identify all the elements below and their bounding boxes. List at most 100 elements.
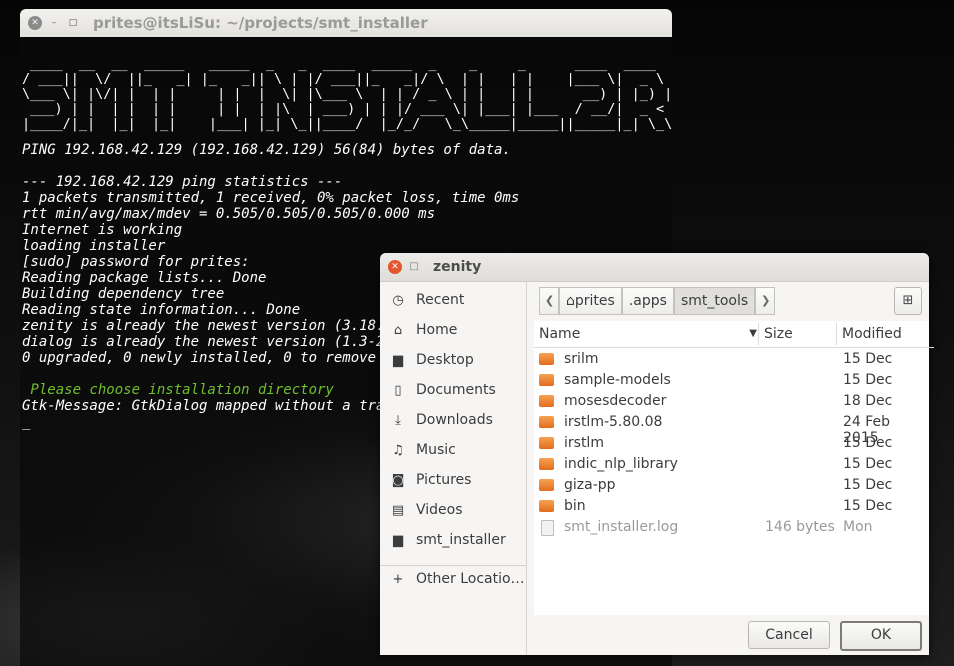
- plus-icon: +: [392, 572, 404, 587]
- places-sidebar: ◷ Recent ⌂ Home ▆ Desktop ▯ Documents ⤓ Downloads…: [380, 282, 527, 655]
- terminal-line: 1 packets transmitted, 1 received, 0% pa…: [22, 190, 520, 206]
- dialog-title: zenity: [433, 259, 482, 275]
- terminal-line: loading installer: [22, 238, 166, 254]
- sidebar-item-other-locatio[interactable]: + Other Locatio…: [380, 565, 526, 595]
- file-modified: 15 Dec: [843, 351, 893, 367]
- file-row[interactable]: mosesdecoder 18 Dec: [534, 391, 929, 412]
- sidebar-item-downloads[interactable]: ⤓ Downloads: [380, 406, 526, 436]
- ascii-banner-line: |____/|_| |_| |_| |___| |_| \_||____/ |_…: [22, 116, 673, 132]
- file-name: indic_nlp_library: [564, 456, 678, 472]
- ascii-banner-line: \___ \| |\/| | | | | | | \| |\___ \ | | …: [22, 86, 673, 102]
- text-file-icon: [541, 520, 554, 536]
- download-icon: ⤓: [395, 413, 401, 428]
- dialog-titlebar[interactable]: ✕ □ zenity: [380, 253, 929, 282]
- home-icon: ⌂: [393, 323, 403, 338]
- file-modified: 15 Dec: [843, 477, 893, 493]
- sidebar-item-label: Desktop: [416, 352, 474, 368]
- file-name: irstlm: [564, 435, 604, 451]
- sidebar-item-label: Documents: [416, 382, 496, 398]
- path-forward-icon[interactable]: ❯: [755, 287, 776, 315]
- terminal-title: prites@itsLiSu: ~/projects/smt_installer: [93, 14, 428, 32]
- folder-icon: [539, 395, 554, 407]
- terminal-line: --- 192.168.42.129 ping statistics ---: [22, 174, 343, 190]
- folder-icon: ▆: [393, 353, 403, 368]
- terminal-titlebar[interactable]: ✕ – □ prites@itsLiSu: ~/projects/smt_ins…: [20, 9, 672, 37]
- sidebar-item-label: Home: [416, 322, 458, 338]
- sidebar-item-desktop[interactable]: ▆ Desktop: [380, 346, 526, 376]
- file-modified: 15 Dec: [843, 498, 893, 514]
- sidebar-item-label: smt_installer: [416, 532, 506, 548]
- minimize-icon[interactable]: –: [47, 16, 61, 30]
- ok-button[interactable]: OK: [840, 621, 922, 651]
- file-row[interactable]: sample-models 15 Dec: [534, 370, 929, 391]
- file-row[interactable]: srilm 15 Dec: [534, 349, 929, 370]
- folder-icon: [539, 458, 554, 470]
- file-row[interactable]: irstlm-5.80.08 24 Feb 2015: [534, 412, 929, 446]
- cancel-button[interactable]: Cancel: [748, 621, 830, 649]
- file-name: smt_installer.log: [564, 519, 679, 535]
- file-modified: Mon: [843, 519, 873, 535]
- sidebar-item-label: Pictures: [416, 472, 472, 488]
- file-name: irstlm-5.80.08: [564, 414, 663, 430]
- path-segment-apps[interactable]: .apps: [621, 287, 674, 315]
- file-chooser-dialog[interactable]: ✕ □ zenity ◷ Recent ⌂ Home ▆ Desktop ▯ Document…: [380, 253, 934, 655]
- ascii-banner-line: / ___|| \/ ||_ _| |_ _|| \ | |/ ___||_ _…: [22, 71, 673, 87]
- ascii-banner-line: ___) | | | | | | | | | |\ | ___) | | |/ …: [22, 101, 673, 117]
- file-size: 146 bytes: [765, 519, 835, 535]
- terminal-line: rtt min/avg/max/mdev = 0.505/0.505/0.505…: [22, 206, 436, 222]
- path-segment-smt-tools[interactable]: smt_tools: [673, 287, 756, 315]
- file-row[interactable]: bin 15 Dec: [534, 496, 929, 517]
- sidebar-item-label: Other Locatio…: [416, 571, 525, 587]
- file-name: bin: [564, 498, 586, 514]
- folder-icon: [539, 353, 554, 365]
- camera-icon: ◙: [391, 473, 405, 488]
- sidebar-item-documents[interactable]: ▯ Documents: [380, 376, 526, 406]
- folder-icon: [539, 374, 554, 386]
- folder-icon: [539, 437, 554, 449]
- file-modified: 18 Dec: [843, 393, 893, 409]
- sidebar-item-recent[interactable]: ◷ Recent: [380, 286, 526, 316]
- file-row[interactable]: smt_installer.log 146 bytes Mon: [534, 517, 929, 538]
- sidebar-item-smt-installer[interactable]: ▆ smt_installer: [380, 526, 526, 556]
- music-icon: ♫: [392, 443, 404, 458]
- column-header-modified[interactable]: Modified: [837, 321, 934, 348]
- sidebar-item-pictures[interactable]: ◙ Pictures: [380, 466, 526, 496]
- terminal-line: PING 192.168.42.129 (192.168.42.129) 56(…: [22, 142, 511, 158]
- sidebar-item-label: Recent: [416, 292, 465, 308]
- sidebar-item-label: Downloads: [416, 412, 493, 428]
- sort-down-icon: ▼: [749, 328, 757, 339]
- file-name: giza-pp: [564, 477, 616, 493]
- file-row[interactable]: indic_nlp_library 15 Dec: [534, 454, 929, 475]
- document-icon: ▯: [394, 383, 402, 398]
- sidebar-item-home[interactable]: ⌂ Home: [380, 316, 526, 346]
- file-name: srilm: [564, 351, 599, 367]
- column-header-size[interactable]: Size: [759, 321, 840, 348]
- sidebar-item-videos[interactable]: ▤ Videos: [380, 496, 526, 526]
- sidebar-item-music[interactable]: ♫ Music: [380, 436, 526, 466]
- file-modified: 15 Dec: [843, 372, 893, 388]
- folder-icon: [539, 416, 554, 428]
- ascii-banner: ____ __ __ _____ _____ _ _ ____ _____ _ …: [22, 57, 672, 132]
- path-back-icon[interactable]: ❮: [539, 287, 559, 315]
- new-folder-icon[interactable]: ⊞: [894, 287, 922, 315]
- file-name: sample-models: [564, 372, 671, 388]
- file-row[interactable]: irstlm 15 Dec: [534, 433, 929, 454]
- ascii-banner-line: ____ __ __ _____ _____ _ _ ____ _____ _ …: [22, 56, 673, 72]
- maximize-icon[interactable]: □: [407, 260, 421, 274]
- column-header-name[interactable]: Name ▼: [534, 321, 765, 348]
- clock-icon: ◷: [392, 293, 404, 308]
- file-name: mosesdecoder: [564, 393, 667, 409]
- file-modified: 15 Dec: [843, 456, 893, 472]
- close-icon[interactable]: ✕: [388, 260, 402, 274]
- video-icon: ▤: [391, 503, 405, 518]
- file-list[interactable]: Name ▼ Size Modified srilm 15 Dec sample-m…: [534, 321, 934, 615]
- folder-icon: [539, 500, 554, 512]
- maximize-icon[interactable]: □: [66, 16, 80, 30]
- folder-icon: ▆: [393, 533, 403, 548]
- path-segment-home[interactable]: ⌂prites: [559, 287, 622, 315]
- home-icon: ⌂: [566, 293, 575, 309]
- close-icon[interactable]: ✕: [28, 16, 42, 30]
- file-row[interactable]: giza-pp 15 Dec: [534, 475, 929, 496]
- terminal-line: Internet is working: [22, 222, 183, 238]
